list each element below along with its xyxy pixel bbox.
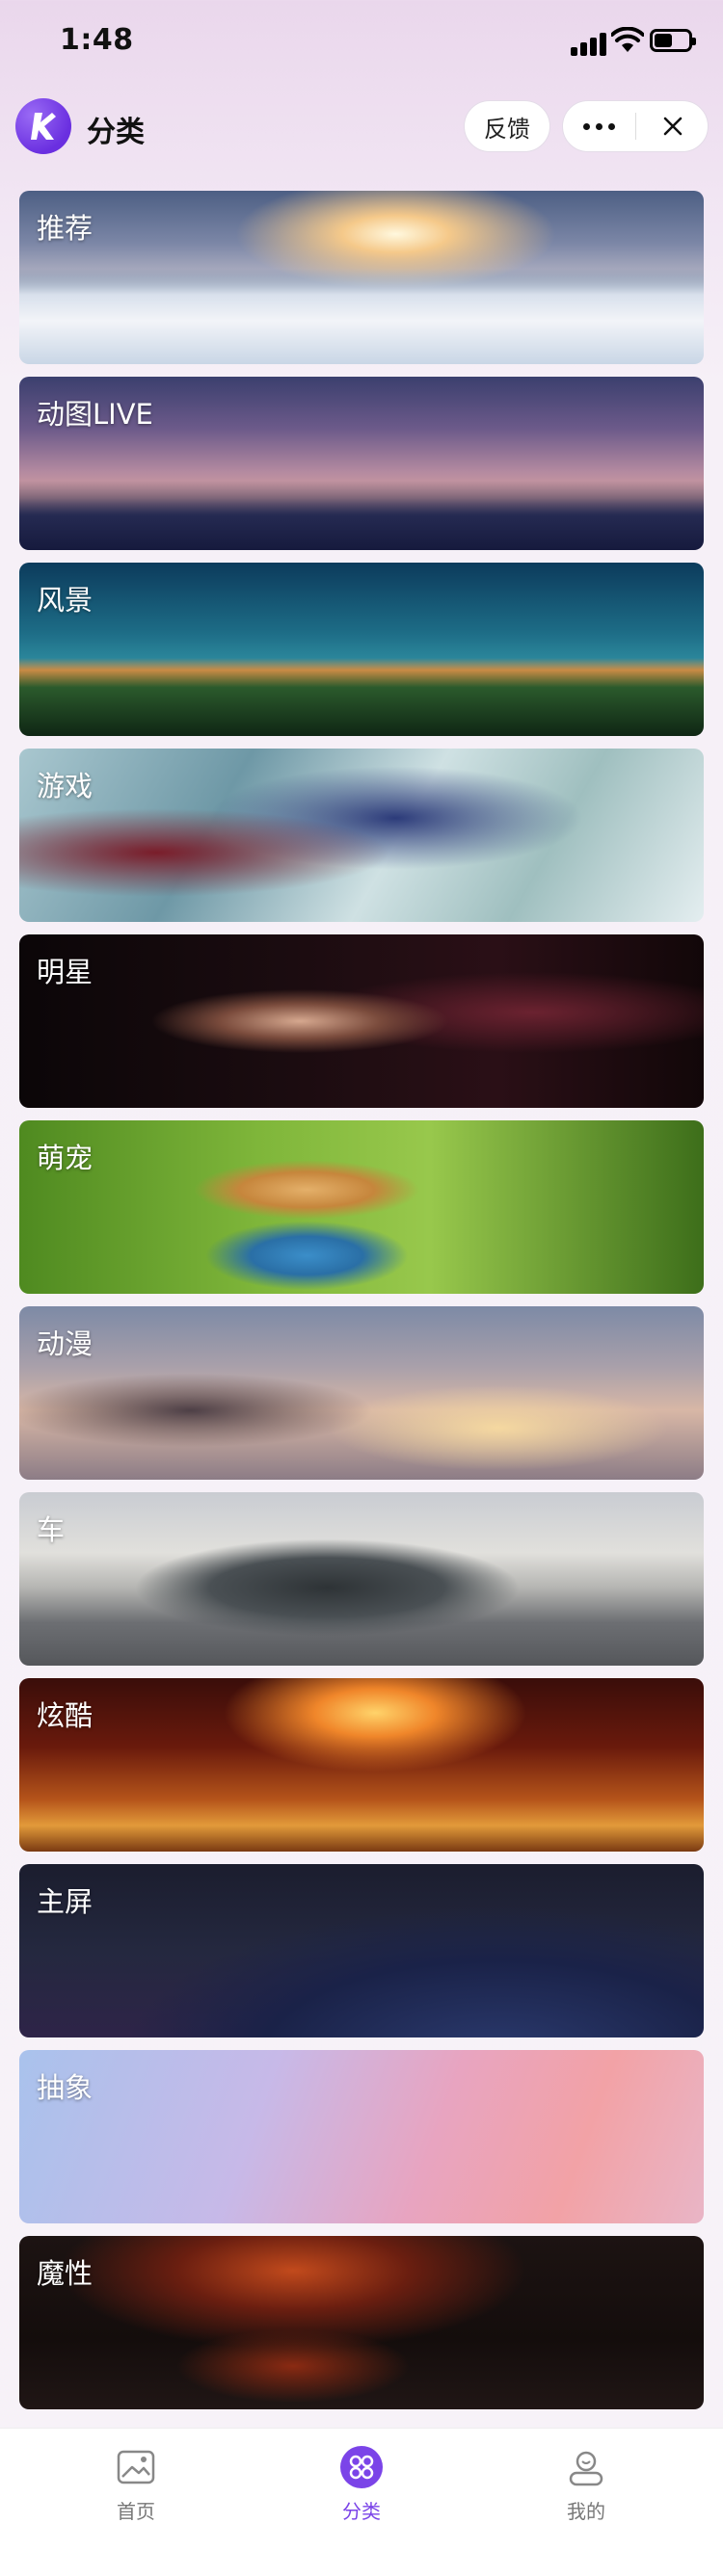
- category-card-magic[interactable]: 魔性: [19, 2236, 704, 2409]
- category-label: 动漫: [37, 1327, 94, 1360]
- page-title: 分类: [87, 116, 145, 149]
- image-icon: [115, 2446, 157, 2488]
- more-icon[interactable]: [563, 101, 635, 151]
- category-label: 车: [37, 1513, 66, 1546]
- status-bar: 1:48: [0, 0, 723, 85]
- tab-label: 我的: [567, 2500, 605, 2523]
- category-card-cars[interactable]: 车: [19, 1492, 704, 1666]
- close-icon[interactable]: [636, 101, 709, 151]
- category-label: 主屏: [37, 1885, 94, 1918]
- category-label: 明星: [37, 956, 94, 988]
- tab-home[interactable]: 首页: [78, 2446, 194, 2533]
- battery-icon: [650, 29, 696, 52]
- tab-category[interactable]: 分类: [304, 2446, 419, 2533]
- app-logo-icon: [15, 98, 71, 154]
- category-card-pets[interactable]: 萌宠: [19, 1120, 704, 1294]
- category-card-abstract[interactable]: 抽象: [19, 2050, 704, 2223]
- category-label: 风景: [37, 584, 94, 617]
- status-time: 1:48: [60, 23, 134, 57]
- category-label: 推荐: [37, 212, 94, 245]
- category-label: 萌宠: [37, 1142, 94, 1174]
- category-card-live[interactable]: 动图LIVE: [19, 377, 704, 550]
- category-card-celebrities[interactable]: 明星: [19, 934, 704, 1108]
- wifi-icon: [610, 26, 645, 56]
- cellular-signal-icon: [571, 31, 609, 56]
- category-label: 抽象: [37, 2071, 94, 2104]
- mini-program-capsule: [562, 100, 709, 152]
- header: 分类 反馈: [0, 96, 723, 158]
- category-label: 动图LIVE: [37, 398, 153, 431]
- category-icon: [340, 2446, 383, 2488]
- category-card-cool[interactable]: 炫酷: [19, 1678, 704, 1852]
- profile-icon: [565, 2446, 607, 2488]
- tab-label: 分类: [342, 2500, 381, 2523]
- category-label: 炫酷: [37, 1699, 94, 1732]
- category-card-anime[interactable]: 动漫: [19, 1306, 704, 1480]
- category-card-home-screen[interactable]: 主屏: [19, 1864, 704, 2037]
- category-card-games[interactable]: 游戏: [19, 749, 704, 922]
- bottom-tab-bar: 首页 分类 我的: [0, 2428, 723, 2576]
- category-card-recommended[interactable]: 推荐: [19, 191, 704, 364]
- category-list: 推荐 动图LIVE 风景 游戏 明星 萌宠 动漫 车 炫酷 主屏 抽象 魔性: [19, 191, 704, 2422]
- category-label: 魔性: [37, 2257, 94, 2290]
- tab-label: 首页: [117, 2500, 155, 2523]
- category-card-scenery[interactable]: 风景: [19, 563, 704, 736]
- category-label: 游戏: [37, 770, 94, 802]
- tab-profile[interactable]: 我的: [528, 2446, 644, 2533]
- feedback-button[interactable]: 反馈: [464, 100, 550, 152]
